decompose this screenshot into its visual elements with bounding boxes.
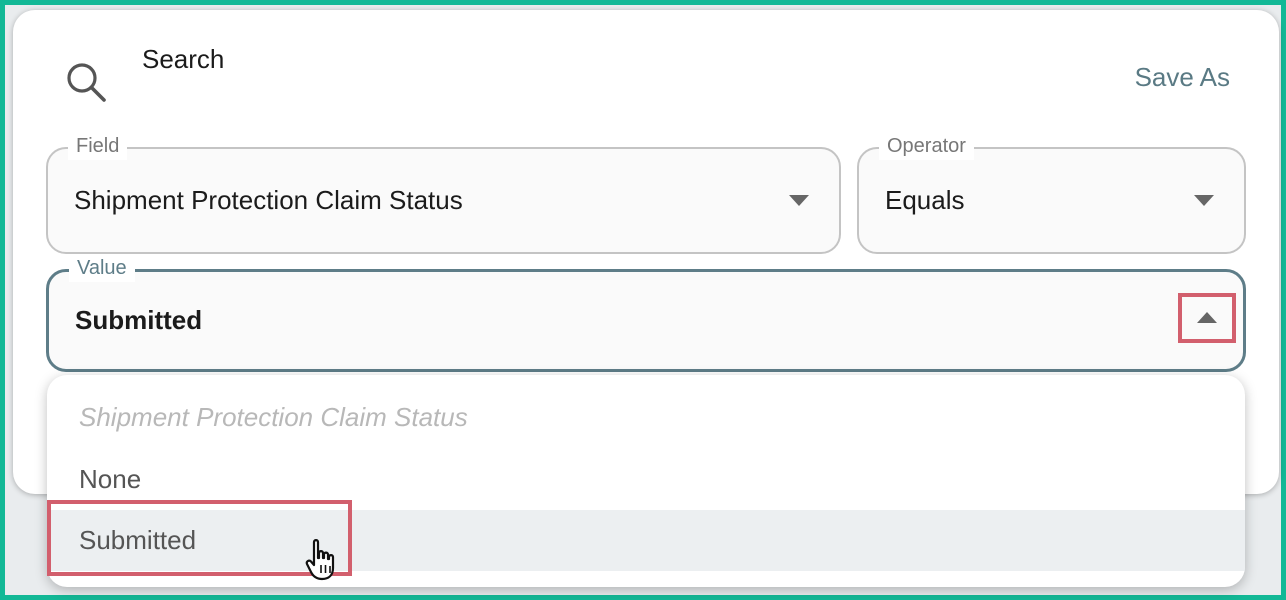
dropdown-option-submitted[interactable]: Submitted [47, 510, 1245, 571]
search-icon [67, 63, 106, 102]
hand-pointer-icon [305, 539, 335, 581]
operator-value: Equals [885, 185, 965, 215]
value-dropdown-toggle[interactable] [1178, 293, 1236, 343]
value-current: Submitted [75, 305, 203, 335]
field-value: Shipment Protection Claim Status [74, 185, 463, 215]
field-select[interactable]: Field Shipment Protection Claim Status [46, 132, 841, 254]
save-as-button[interactable]: Save As [1135, 62, 1230, 93]
dropdown-option-none[interactable]: None [47, 449, 1245, 510]
dialog-title: Search [142, 44, 225, 74]
value-select[interactable]: Value Submitted [46, 254, 1246, 372]
chevron-up-icon [1197, 312, 1217, 323]
dropdown-header: Shipment Protection Claim Status [79, 402, 468, 432]
chevron-down-icon [789, 194, 809, 206]
chevron-down-icon [1194, 194, 1214, 206]
operator-select[interactable]: Operator Equals [857, 132, 1246, 254]
value-dropdown-menu: Shipment Protection Claim Status None Su… [47, 375, 1245, 587]
